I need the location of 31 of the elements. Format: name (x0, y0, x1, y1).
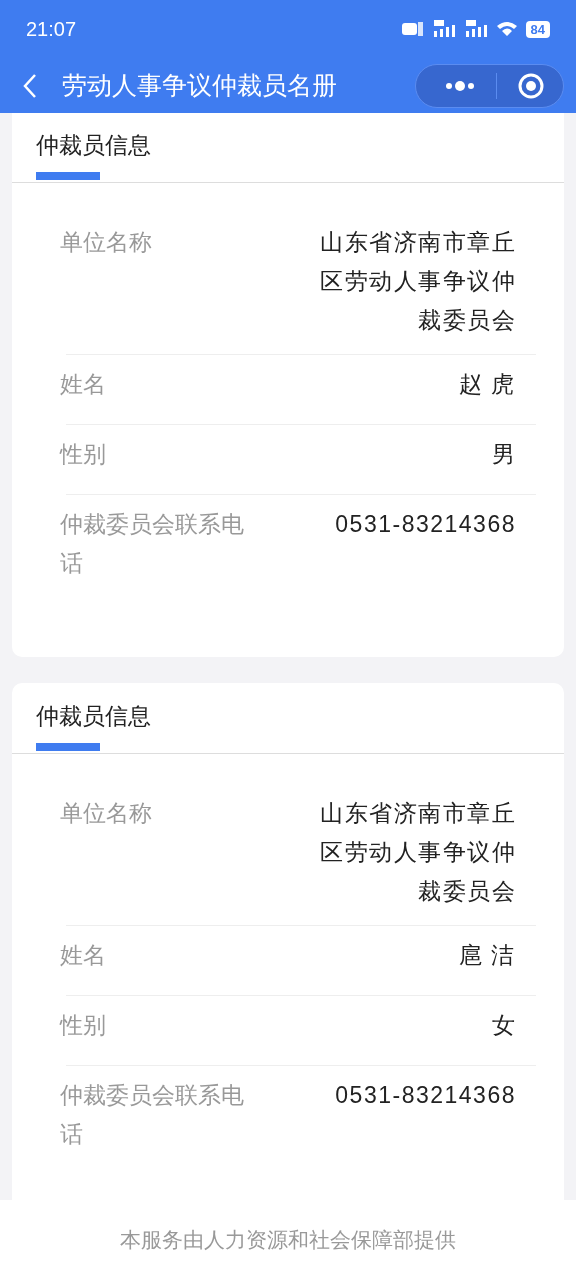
back-icon[interactable] (22, 72, 38, 99)
close-icon[interactable] (517, 71, 545, 100)
battery-icon: 84 (525, 20, 550, 38)
field-value: 0531-83214368 (334, 1081, 516, 1110)
field-value: 山东省济南市章丘区劳动人事争议仲裁委员会 (319, 799, 516, 906)
footer-text: 本服务由人力资源和社会保障部提供 (120, 1227, 456, 1253)
field-label: 性别 (60, 1011, 107, 1040)
field-label: 姓名 (60, 941, 107, 970)
active-indicator (36, 172, 100, 180)
more-icon[interactable] (444, 79, 476, 92)
card-title: 仲裁员信息 (36, 702, 152, 731)
field-value: 赵 虎 (458, 370, 516, 399)
field-value: 扈 洁 (458, 941, 516, 970)
wifi-icon (495, 21, 518, 37)
signal-icon (431, 20, 456, 38)
field-value: 山东省济南市章丘区劳动人事争议仲裁委员会 (319, 228, 516, 335)
active-indicator (36, 743, 100, 751)
field-label: 仲裁委员会联系电话 (60, 510, 245, 578)
field-label: 单位名称 (60, 799, 153, 828)
field-label: 单位名称 (60, 228, 153, 257)
page-title: 劳动人事争议仲裁员名册 (62, 70, 338, 101)
field-value: 男 (490, 440, 516, 469)
hd-icon (401, 21, 424, 37)
card-title: 仲裁员信息 (36, 131, 152, 160)
status-time: 21:07 (26, 17, 77, 41)
signal-icon (463, 20, 488, 38)
field-label: 性别 (60, 440, 107, 469)
field-label: 仲裁委员会联系电话 (60, 1081, 245, 1149)
field-value: 女 (490, 1011, 516, 1040)
field-value: 0531-83214368 (334, 510, 516, 539)
field-label: 姓名 (60, 370, 107, 399)
